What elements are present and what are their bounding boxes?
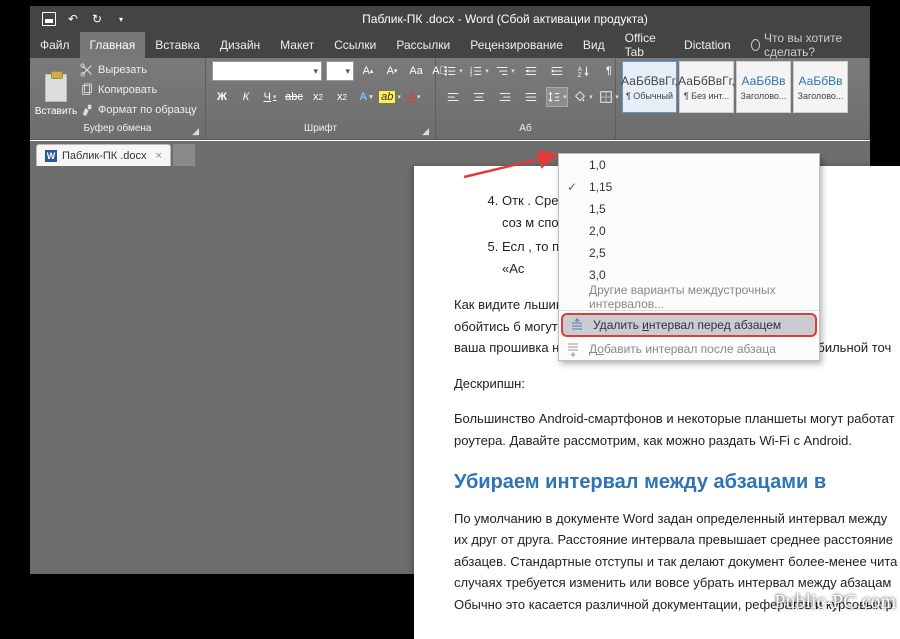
style-heading1[interactable]: АаБбВвЗаголово... — [736, 61, 791, 113]
ls-option-2[interactable]: 2,0 — [559, 220, 819, 242]
tab-file[interactable]: Файл — [30, 32, 80, 58]
paragraph: Большинство Android-смартфонов и некотор… — [454, 408, 900, 451]
clipboard-dialog-launcher-icon[interactable]: ◢ — [192, 126, 199, 137]
tab-home[interactable]: Главная — [80, 32, 146, 58]
font-name-combo[interactable] — [212, 61, 322, 81]
heading: Убираем интервал между абзацами в — [454, 471, 900, 494]
redo-icon[interactable]: ↻ — [90, 12, 104, 26]
tab-officetab[interactable]: Office Tab — [615, 32, 674, 58]
justify-button[interactable] — [520, 87, 542, 107]
save-icon[interactable] — [42, 12, 56, 26]
cut-button[interactable]: Вырезать — [80, 61, 197, 79]
tab-insert[interactable]: Вставка — [145, 32, 210, 58]
paragraph: Дескрипшн: — [454, 373, 900, 394]
align-left-button[interactable] — [442, 87, 464, 107]
copy-button[interactable]: Копировать — [80, 81, 197, 99]
tab-dictation[interactable]: Dictation — [674, 32, 741, 58]
superscript-button[interactable]: x2 — [332, 87, 352, 107]
cut-label: Вырезать — [98, 64, 147, 76]
window-title: Паблик-ПК .docx - Word (Сбой активации п… — [140, 12, 870, 26]
remove-space-before-icon — [569, 317, 585, 333]
word-doc-icon: W — [45, 150, 57, 162]
ls-option-more[interactable]: Другие варианты междустрочных интервалов… — [559, 286, 819, 308]
text-effects-button[interactable]: A — [356, 87, 376, 107]
group-label-font: Шрифт — [304, 123, 337, 134]
line-spacing-menu: 1,0 ✓1,15 1,5 2,0 2,5 3,0 Другие вариант… — [558, 153, 820, 361]
add-space-after-icon — [565, 341, 581, 357]
add-tab-button[interactable] — [173, 144, 195, 166]
change-case-button[interactable]: Aa — [406, 61, 426, 81]
ribbon-tab-strip: Файл Главная Вставка Дизайн Макет Ссылки… — [30, 32, 870, 58]
ls-option-1[interactable]: 1,0 — [559, 154, 819, 176]
tab-layout[interactable]: Макет — [270, 32, 324, 58]
ls-add-after[interactable]: Добавить интервал после абзаца — [559, 338, 819, 360]
tab-mailings[interactable]: Рассылки — [386, 32, 460, 58]
svg-text:3: 3 — [470, 72, 473, 77]
tell-me-search[interactable]: Что вы хотите сделать? — [741, 32, 870, 58]
italic-button[interactable]: К — [236, 87, 256, 107]
checkmark-icon: ✓ — [567, 180, 577, 194]
increase-indent-button[interactable] — [546, 61, 568, 81]
decrease-indent-button[interactable] — [520, 61, 542, 81]
copy-label: Копировать — [98, 84, 157, 96]
ls-remove-before[interactable]: Удалить интервал перед абзацем — [561, 313, 817, 337]
underline-button[interactable]: Ч — [260, 87, 280, 107]
quick-access-toolbar: ↶ ↻ ▾ — [30, 12, 140, 26]
document-tab-name: Паблик-ПК .docx — [62, 150, 147, 162]
font-size-combo[interactable] — [326, 61, 354, 81]
tell-me-placeholder: Что вы хотите сделать? — [764, 31, 860, 59]
align-right-button[interactable] — [494, 87, 516, 107]
bold-button[interactable]: Ж — [212, 87, 232, 107]
group-clipboard: Вставить Вырезать Копировать Формат по о… — [30, 58, 206, 139]
numbering-button[interactable]: 123 — [468, 61, 490, 81]
close-tab-icon[interactable]: × — [156, 150, 162, 162]
group-styles: АаБбВвГг,¶ Обычный АаБбВвГг,¶ Без инт...… — [616, 58, 870, 139]
align-center-button[interactable] — [468, 87, 490, 107]
highlight-button[interactable]: ab — [380, 87, 400, 107]
ls-option-2-5[interactable]: 2,5 — [559, 242, 819, 264]
line-spacing-button[interactable] — [546, 87, 568, 107]
lightbulb-icon — [751, 39, 760, 51]
svg-text:Z: Z — [578, 72, 582, 78]
undo-icon[interactable]: ↶ — [66, 12, 80, 26]
paste-button[interactable]: Вставить — [36, 61, 76, 117]
style-heading2[interactable]: АаБбВвЗаголово... — [793, 61, 848, 113]
format-painter-label: Формат по образцу — [98, 104, 197, 116]
multilevel-list-button[interactable] — [494, 61, 516, 81]
paste-label: Вставить — [35, 106, 77, 117]
shrink-font-button[interactable]: A▾ — [382, 61, 402, 81]
strikethrough-button[interactable]: abc — [284, 87, 304, 107]
style-no-spacing[interactable]: АаБбВвГг,¶ Без инт... — [679, 61, 734, 113]
title-bar: ↶ ↻ ▾ Паблик-ПК .docx - Word (Сбой актив… — [30, 6, 870, 32]
font-color-button[interactable]: A — [404, 87, 424, 107]
copy-icon — [80, 83, 94, 97]
sort-button[interactable]: AZ — [572, 61, 594, 81]
ls-option-1-5[interactable]: 1,5 — [559, 198, 819, 220]
tab-view[interactable]: Вид — [573, 32, 615, 58]
ls-option-1-15[interactable]: ✓1,15 — [559, 176, 819, 198]
group-label-clipboard: Буфер обмена — [84, 123, 152, 134]
scissors-icon — [80, 63, 94, 77]
bullets-button[interactable] — [442, 61, 464, 81]
group-label-paragraph: Аб — [519, 123, 531, 134]
subscript-button[interactable]: x2 — [308, 87, 328, 107]
style-normal[interactable]: АаБбВвГг,¶ Обычный — [622, 61, 677, 113]
ribbon: Вставить Вырезать Копировать Формат по о… — [30, 58, 870, 140]
clipboard-icon — [45, 74, 67, 102]
qat-dropdown-icon[interactable]: ▾ — [114, 12, 128, 26]
paintbrush-icon — [80, 103, 94, 117]
document-tab[interactable]: W Паблик-ПК .docx × — [36, 144, 171, 166]
tab-references[interactable]: Ссылки — [324, 32, 386, 58]
format-painter-button[interactable]: Формат по образцу — [80, 101, 197, 119]
tab-design[interactable]: Дизайн — [210, 32, 270, 58]
watermark: Public-PC.com — [774, 591, 896, 614]
shading-button[interactable] — [572, 87, 594, 107]
group-paragraph: 123 AZ ¶ Аб — [436, 58, 616, 139]
group-font: A▴ A▾ Aa A⃠ Ж К Ч abc x2 x2 A ab A Шрифт — [206, 58, 436, 139]
font-dialog-launcher-icon[interactable]: ◢ — [422, 126, 429, 137]
word-window: ↶ ↻ ▾ Паблик-ПК .docx - Word (Сбой актив… — [30, 6, 870, 574]
tab-review[interactable]: Рецензирование — [460, 32, 573, 58]
grow-font-button[interactable]: A▴ — [358, 61, 378, 81]
